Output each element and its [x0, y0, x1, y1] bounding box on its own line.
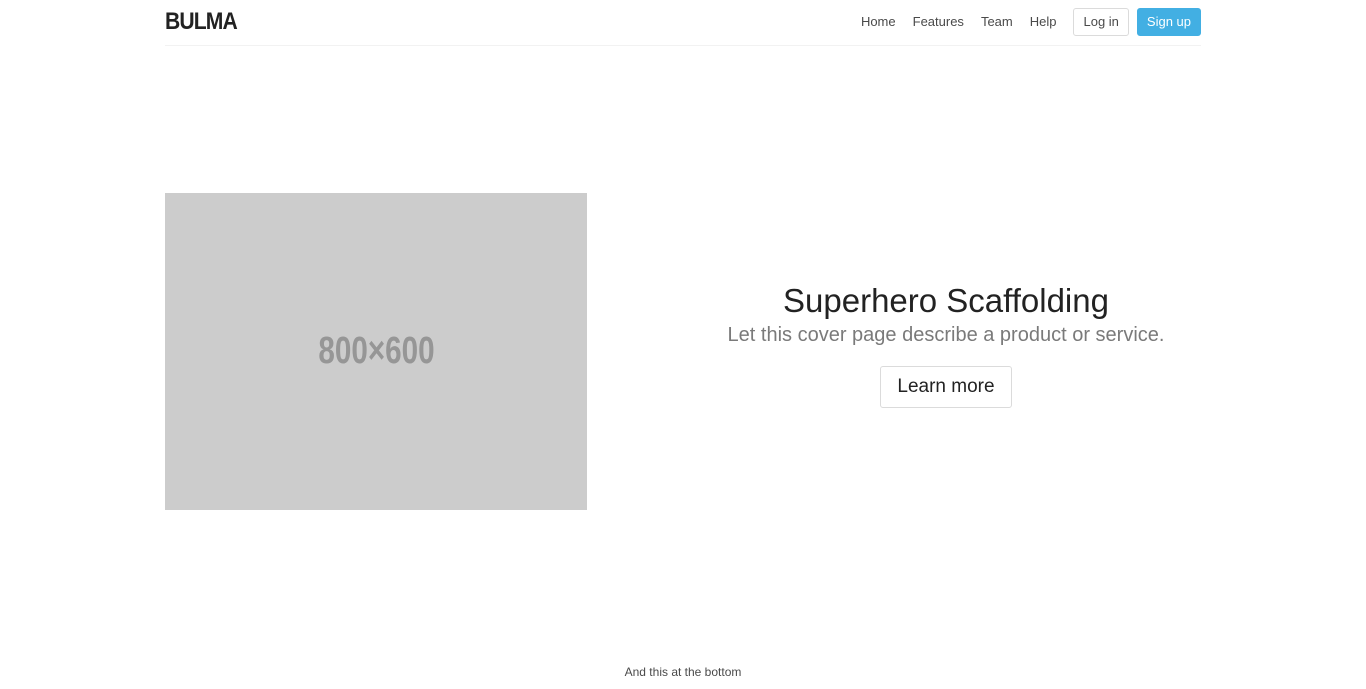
- footer-text: And this at the bottom: [624, 665, 742, 679]
- image-placeholder-label: 800×600: [317, 330, 435, 372]
- navbar: BULMA Home Features Team Help Log in Sig…: [165, 0, 1201, 46]
- nav-link-features[interactable]: Features: [913, 8, 964, 36]
- page: BULMA Home Features Team Help Log in Sig…: [0, 0, 1366, 689]
- hero-text: Superhero Scaffolding Let this cover pag…: [706, 280, 1186, 408]
- nav-links: Home Features Team Help Log in Sign up: [861, 8, 1201, 36]
- nav-link-team[interactable]: Team: [981, 8, 1013, 36]
- hero-image-placeholder: 800×600: [165, 193, 587, 510]
- brand-logo[interactable]: BULMA: [165, 9, 238, 35]
- nav-link-help[interactable]: Help: [1030, 8, 1057, 36]
- hero-subtitle: Let this cover page describe a product o…: [727, 324, 1165, 346]
- nav-link-home[interactable]: Home: [861, 8, 896, 36]
- learn-more-button[interactable]: Learn more: [880, 366, 1012, 408]
- login-button[interactable]: Log in: [1073, 8, 1129, 36]
- hero-title: Superhero Scaffolding: [783, 282, 1109, 319]
- signup-button[interactable]: Sign up: [1136, 8, 1201, 36]
